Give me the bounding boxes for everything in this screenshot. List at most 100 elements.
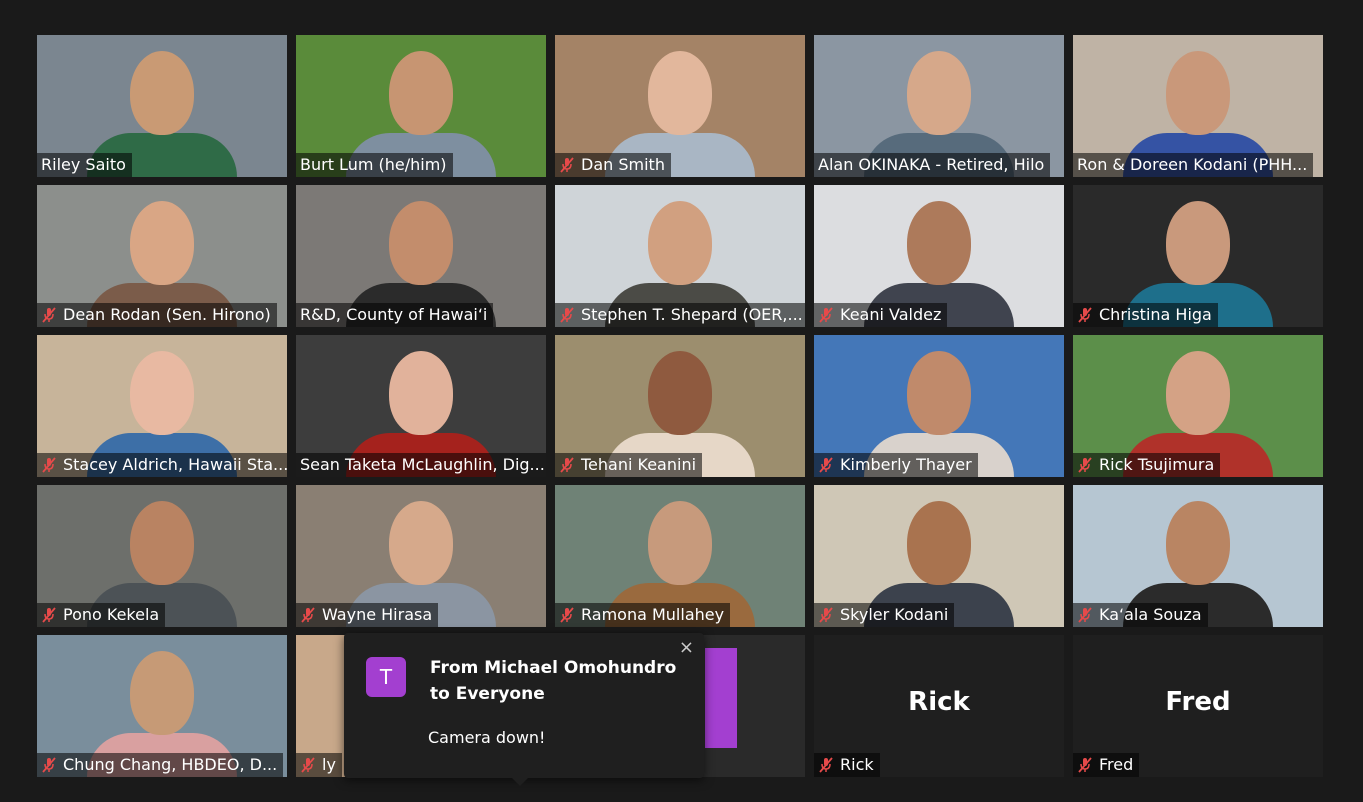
mic-muted-icon <box>560 307 574 323</box>
participant-name-label: Pono Kekela <box>37 603 166 627</box>
participant-name: Riley Saito <box>41 155 126 174</box>
participant-name: R&D, County of Hawai‘i <box>300 305 488 324</box>
participant-face <box>907 501 971 585</box>
participant-tile[interactable]: Wayne Hirasa <box>296 485 546 627</box>
participant-tile[interactable]: Burt Lum (he/him) <box>296 35 546 177</box>
chat-title: From Michael Omohundro to Everyone <box>430 658 677 704</box>
participant-tile[interactable]: Stacey Aldrich, Hawaii Sta... <box>37 335 287 477</box>
participant-tile[interactable]: Riley Saito <box>37 35 287 177</box>
participant-tile[interactable]: Ramona Mullahey <box>555 485 805 627</box>
no-video-name: Rick <box>908 687 970 717</box>
mic-muted-icon <box>1078 607 1092 623</box>
participant-name: Ron & Doreen Kodani (PHH... <box>1077 155 1308 174</box>
participant-face <box>648 51 712 135</box>
participant-tile[interactable]: Kimberly Thayer <box>814 335 1064 477</box>
mic-muted-icon <box>1078 757 1092 773</box>
participant-face <box>130 201 194 285</box>
participant-tile[interactable]: Ka‘ala Souza <box>1073 485 1323 627</box>
participant-tile[interactable]: Pono Kekela <box>37 485 287 627</box>
participant-tile[interactable]: Keani Valdez <box>814 185 1064 327</box>
participant-name: Burt Lum (he/him) <box>300 155 447 174</box>
participant-name-label: Stephen T. Shepard (OER,... <box>555 303 805 327</box>
participant-name-label: ly <box>296 753 342 777</box>
mic-muted-icon <box>560 457 574 473</box>
participant-face <box>389 501 453 585</box>
mic-muted-icon <box>42 757 56 773</box>
mic-muted-icon <box>819 457 833 473</box>
participant-name-label: Fred <box>1073 753 1140 777</box>
participant-name-label: Ramona Mullahey <box>555 603 731 627</box>
participant-name: Wayne Hirasa <box>322 605 433 624</box>
participant-face <box>130 501 194 585</box>
participant-face <box>130 351 194 435</box>
participant-name-label: Stacey Aldrich, Hawaii Sta... <box>37 453 287 477</box>
participant-name: Alan OKINAKA - Retired, Hilo <box>818 155 1045 174</box>
participant-tile[interactable]: R&D, County of Hawai‘i <box>296 185 546 327</box>
chat-message: Camera down! <box>428 728 546 747</box>
mic-muted-icon <box>301 607 315 623</box>
participant-tile[interactable]: Dean Rodan (Sen. Hirono) <box>37 185 287 327</box>
participant-name: Dean Rodan (Sen. Hirono) <box>63 305 271 324</box>
participant-name-label: Ka‘ala Souza <box>1073 603 1208 627</box>
chat-tail <box>512 778 528 786</box>
participant-name: Keani Valdez <box>840 305 942 324</box>
participant-face <box>130 651 194 735</box>
close-icon[interactable]: × <box>679 637 694 658</box>
participant-face <box>648 201 712 285</box>
participant-face <box>130 51 194 135</box>
chat-notification[interactable]: T From Michael Omohundro to Everyone Cam… <box>344 633 704 786</box>
participant-name-label: Sean Taketa McLaughlin, Dig... <box>296 453 546 477</box>
participant-name: Dan Smith <box>581 155 665 174</box>
video-strip <box>705 648 737 748</box>
participant-face <box>1166 351 1230 435</box>
participant-name: Skyler Kodani <box>840 605 949 624</box>
participant-tile[interactable]: Rick Rick <box>814 635 1064 777</box>
participant-face <box>389 201 453 285</box>
mic-muted-icon <box>42 607 56 623</box>
mic-muted-icon <box>42 457 56 473</box>
participant-face <box>1166 201 1230 285</box>
chat-avatar: T <box>366 657 406 697</box>
participant-tile[interactable]: Skyler Kodani <box>814 485 1064 627</box>
mic-muted-icon <box>819 757 833 773</box>
participant-name: Rick Tsujimura <box>1099 455 1215 474</box>
no-video-name: Fred <box>1165 687 1231 717</box>
participant-name: Ramona Mullahey <box>581 605 725 624</box>
participant-face <box>907 351 971 435</box>
participant-name: Rick <box>840 755 874 774</box>
participant-tile[interactable]: Christina Higa <box>1073 185 1323 327</box>
participant-name-label: Wayne Hirasa <box>296 603 439 627</box>
participant-tile[interactable]: Dan Smith <box>555 35 805 177</box>
mic-muted-icon <box>1078 457 1092 473</box>
mic-muted-icon <box>819 607 833 623</box>
participant-tile[interactable]: Tehani Keanini <box>555 335 805 477</box>
participant-name: Fred <box>1099 755 1134 774</box>
participant-name: Ka‘ala Souza <box>1099 605 1202 624</box>
participant-tile[interactable]: Sean Taketa McLaughlin, Dig... <box>296 335 546 477</box>
participant-name-label: Skyler Kodani <box>814 603 955 627</box>
participant-tile[interactable]: Fred Fred <box>1073 635 1323 777</box>
mic-muted-icon <box>819 307 833 323</box>
mic-muted-icon <box>1078 307 1092 323</box>
mic-muted-icon <box>42 307 56 323</box>
participant-name-label: Rick <box>814 753 880 777</box>
participant-tile[interactable]: Stephen T. Shepard (OER,... <box>555 185 805 327</box>
participant-name-label: R&D, County of Hawai‘i <box>296 303 494 327</box>
participant-tile[interactable]: Alan OKINAKA - Retired, Hilo <box>814 35 1064 177</box>
participant-name-label: Riley Saito <box>37 153 132 177</box>
participant-tile[interactable]: Ron & Doreen Kodani (PHH... <box>1073 35 1323 177</box>
participant-name-label: Chung Chang, HBDEO, D... <box>37 753 284 777</box>
participant-name-label: Christina Higa <box>1073 303 1218 327</box>
participant-name: ly <box>322 755 336 774</box>
participant-name-label: Tehani Keanini <box>555 453 703 477</box>
participant-name-label: Dan Smith <box>555 153 671 177</box>
participant-tile[interactable]: Rick Tsujimura <box>1073 335 1323 477</box>
participant-tile[interactable]: Chung Chang, HBDEO, D... <box>37 635 287 777</box>
participant-name: Chung Chang, HBDEO, D... <box>63 755 278 774</box>
participant-name: Tehani Keanini <box>581 455 697 474</box>
participant-name-label: Dean Rodan (Sen. Hirono) <box>37 303 277 327</box>
participant-name-label: Ron & Doreen Kodani (PHH... <box>1073 153 1314 177</box>
participant-name: Stephen T. Shepard (OER,... <box>581 305 803 324</box>
participant-name-label: Alan OKINAKA - Retired, Hilo <box>814 153 1051 177</box>
participant-name: Stacey Aldrich, Hawaii Sta... <box>63 455 287 474</box>
